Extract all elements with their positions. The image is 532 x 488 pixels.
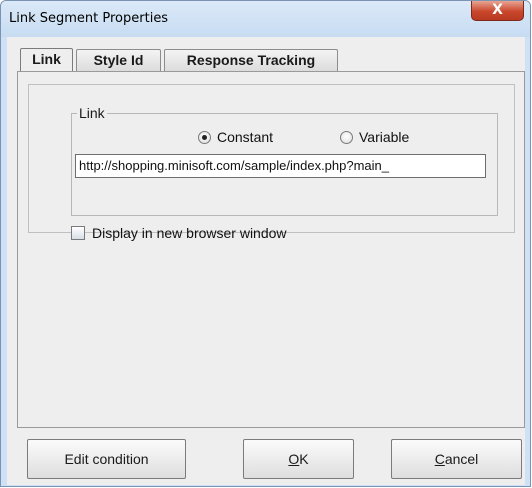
new-window-checkbox[interactable] xyxy=(71,226,85,240)
tab-style-id[interactable]: Style Id xyxy=(76,49,161,71)
edit-condition-button[interactable]: Edit condition xyxy=(27,439,186,479)
cancel-button[interactable]: Cancel xyxy=(391,439,522,479)
dialog-window: Link Segment Properties X Link Style Id … xyxy=(0,0,531,487)
ok-label-rest: K xyxy=(299,451,309,467)
close-icon: X xyxy=(492,2,503,18)
window-title: Link Segment Properties xyxy=(9,11,169,26)
tab-panel-link: Link Constant Variable http://shopping.m… xyxy=(17,71,525,428)
url-input[interactable]: http://shopping.minisoft.com/sample/inde… xyxy=(75,154,486,178)
ok-mnemonic: O xyxy=(288,451,300,467)
new-window-checkbox-label[interactable]: Display in new browser window xyxy=(92,225,287,241)
link-settings-group: Link Constant Variable http://shopping.m… xyxy=(28,84,515,241)
variable-radio-label[interactable]: Variable xyxy=(359,129,409,145)
link-legend: Link xyxy=(77,105,107,121)
dialog-content: Link Style Id Response Tracking Link Con… xyxy=(7,37,525,485)
tab-link[interactable]: Link xyxy=(20,48,73,72)
cancel-mnemonic: C xyxy=(434,451,445,467)
title-bar[interactable]: Link Segment Properties X xyxy=(1,1,530,37)
link-fieldset: Link Constant Variable http://shopping.m… xyxy=(71,105,498,216)
constant-radio[interactable] xyxy=(198,131,211,144)
radio-selected-dot xyxy=(202,135,207,140)
ok-button[interactable]: OK xyxy=(243,439,354,479)
constant-radio-label[interactable]: Constant xyxy=(217,129,273,145)
close-button[interactable]: X xyxy=(471,1,524,21)
variable-radio[interactable] xyxy=(340,131,353,144)
cancel-label-rest: ancel xyxy=(444,451,479,467)
tab-response-tracking[interactable]: Response Tracking xyxy=(164,49,338,71)
